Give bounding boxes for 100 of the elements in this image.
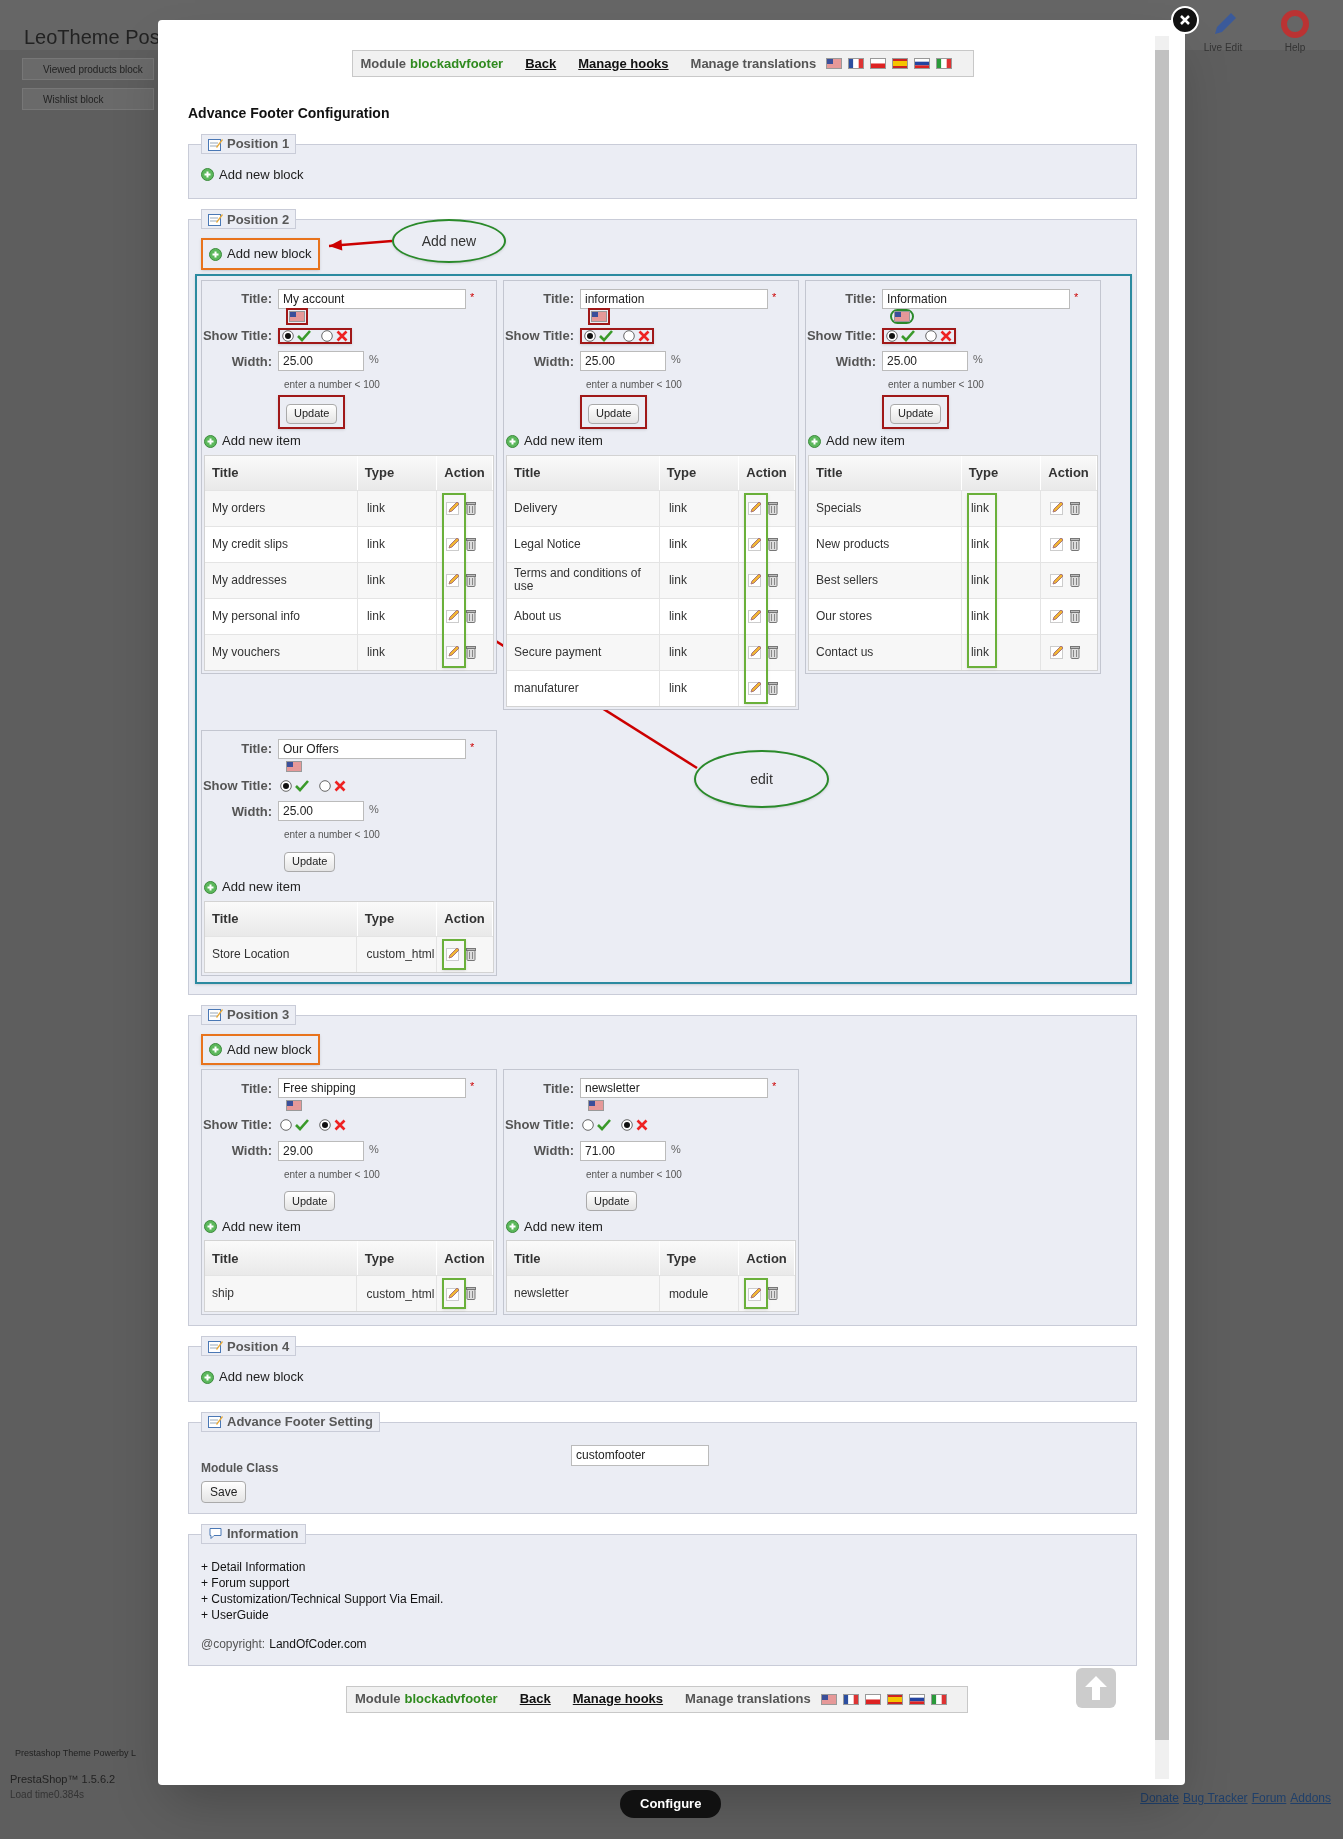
width-field[interactable]: 25.00 [882,351,968,372]
trash-icon[interactable] [1070,573,1081,587]
flag-icon[interactable] [930,1693,947,1705]
radio-button[interactable] [321,329,333,342]
flag-icon[interactable] [908,1693,925,1705]
title-field[interactable]: Free shipping [278,1078,466,1099]
pencil-icon[interactable] [1050,573,1065,588]
flag-icon[interactable] [842,1693,859,1705]
flag-icon[interactable] [892,58,909,69]
info-link[interactable]: + UserGuide [201,1606,1124,1623]
title-field[interactable]: information [580,288,768,309]
pencil-icon[interactable] [1050,501,1065,516]
scrollbar[interactable] [1155,36,1169,1779]
title-field[interactable]: newsletter [580,1078,768,1099]
trash-icon[interactable] [768,501,779,515]
update-button[interactable]: Update [890,403,942,424]
pencil-icon[interactable] [446,1286,461,1301]
pencil-icon[interactable] [446,537,461,552]
pencil-icon[interactable] [446,501,461,516]
trash-icon[interactable] [1070,537,1081,551]
add-item-link[interactable]: Add new item [806,431,907,451]
update-button[interactable]: Update [586,1191,638,1211]
radio-button[interactable] [623,329,635,342]
add-block-link[interactable]: Add new block [201,238,320,270]
toolbar-link[interactable]: Manage hooks [578,53,669,74]
radio-button[interactable] [280,1119,292,1131]
add-item-link[interactable]: Add new item [202,877,303,897]
toolbar-link[interactable]: Manage hooks [572,1689,664,1709]
title-field[interactable]: My account [278,288,466,309]
radio-button[interactable] [282,329,294,342]
add-block-link[interactable]: Add new block [201,1365,304,1389]
trash-icon[interactable] [768,573,779,587]
update-button[interactable]: Update [284,851,336,872]
toolbar-link[interactable]: Back [525,53,557,74]
pencil-icon[interactable] [1050,645,1065,660]
pencil-icon[interactable] [446,573,461,588]
flag-icon[interactable] [936,58,953,69]
flag-icon[interactable] [886,1693,903,1705]
info-link[interactable]: + Forum support [201,1574,1124,1591]
update-button[interactable]: Update [286,403,338,424]
pencil-icon[interactable] [748,537,763,552]
add-item-link[interactable]: Add new item [504,431,605,451]
update-button[interactable]: Update [284,1191,336,1211]
flag-icon[interactable] [864,1693,881,1705]
trash-icon[interactable] [768,609,779,623]
add-item-link[interactable]: Add new item [504,1216,605,1237]
radio-button[interactable] [886,329,898,342]
title-field[interactable]: Our Offers [278,738,466,759]
flag-icon[interactable] [870,58,887,69]
radio-button[interactable] [584,329,596,342]
flag-icon[interactable] [820,1693,837,1705]
pencil-icon[interactable] [748,609,763,624]
trash-icon[interactable] [768,681,779,695]
module-class-field[interactable]: customfooter [571,1444,709,1466]
trash-icon[interactable] [466,609,477,623]
pencil-icon[interactable] [748,681,763,696]
width-field[interactable]: 71.00 [580,1140,666,1161]
pencil-icon[interactable] [1050,609,1065,624]
radio-button[interactable] [319,1119,331,1131]
radio-button[interactable] [621,1119,633,1131]
trash-icon[interactable] [466,645,477,659]
radio-button[interactable] [280,779,292,792]
radio-button[interactable] [319,779,331,792]
flag-icon[interactable] [914,58,931,69]
width-field[interactable]: 25.00 [580,351,666,372]
add-block-link[interactable]: Add new block [201,163,304,187]
flag-icon[interactable] [848,58,865,69]
add-item-link[interactable]: Add new item [202,1216,303,1237]
trash-icon[interactable] [466,1287,477,1301]
toolbar-link[interactable]: Back [519,1689,551,1709]
pencil-icon[interactable] [446,645,461,660]
width-field[interactable]: 25.00 [278,351,364,372]
pencil-icon[interactable] [748,1286,763,1301]
trash-icon[interactable] [768,537,779,551]
width-field[interactable]: 25.00 [278,801,364,822]
pencil-icon[interactable] [748,645,763,660]
pencil-icon[interactable] [446,947,461,962]
pencil-icon[interactable] [748,501,763,516]
pencil-icon[interactable] [1050,537,1065,552]
width-field[interactable]: 29.00 [278,1140,364,1161]
configure-button[interactable]: Configure [620,1790,722,1818]
radio-button[interactable] [925,329,937,342]
flag-icon[interactable] [826,58,843,69]
trash-icon[interactable] [466,947,477,961]
title-field[interactable]: Information [882,288,1070,309]
trash-icon[interactable] [768,645,779,659]
pencil-icon[interactable] [446,609,461,624]
info-link[interactable]: + Customization/Technical Support Via Email. [201,1590,1124,1607]
trash-icon[interactable] [466,501,477,515]
trash-icon[interactable] [1070,501,1081,515]
update-button[interactable]: Update [588,403,640,424]
pencil-icon[interactable] [748,573,763,588]
trash-icon[interactable] [1070,645,1081,659]
trash-icon[interactable] [768,1287,779,1301]
info-link[interactable]: + Detail Information [201,1558,1124,1575]
add-item-link[interactable]: Add new item [202,431,303,451]
trash-icon[interactable] [466,537,477,551]
radio-button[interactable] [582,1119,594,1131]
trash-icon[interactable] [466,573,477,587]
add-block-link[interactable]: Add new block [201,1033,320,1066]
